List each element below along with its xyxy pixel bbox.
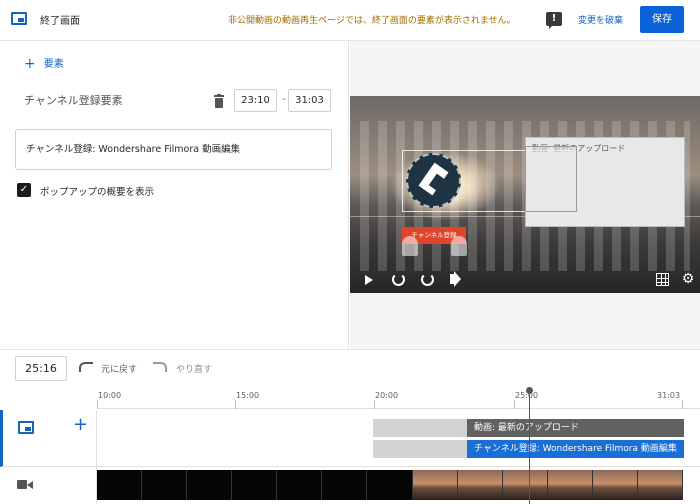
element-title: チャンネル登録要素 xyxy=(24,94,123,107)
rewind-icon[interactable] xyxy=(392,273,405,286)
film-frame xyxy=(232,470,278,500)
video-track-header xyxy=(0,467,97,504)
video-preview[interactable]: 動画: 最新のアップロード チャンネル登録 ⚙ xyxy=(350,96,700,293)
discard-changes-button[interactable]: 変更を破棄 xyxy=(578,13,623,26)
start-time-input[interactable]: 23:10 xyxy=(234,89,277,112)
tick-label: 15:00 xyxy=(236,391,260,400)
tick-label: 10:00 xyxy=(98,391,122,400)
film-frame xyxy=(592,470,638,500)
tick-mark xyxy=(374,400,375,409)
film-frame xyxy=(97,470,143,500)
elements-track: 動画: 最新のアップロード チャンネル登録: Wondershare Filmo… xyxy=(97,410,700,467)
end-screen-track-header: + xyxy=(0,410,97,467)
end-time-input[interactable]: 31:03 xyxy=(288,89,331,112)
tick-mark xyxy=(682,400,683,409)
player-controls: ⚙ xyxy=(350,267,700,293)
film-frame xyxy=(367,470,413,500)
video-filmstrip[interactable] xyxy=(97,470,684,500)
film-frame xyxy=(502,470,548,500)
feedback-icon[interactable]: ! xyxy=(546,12,562,29)
tick-label: 20:00 xyxy=(375,391,399,400)
latest-upload-bar[interactable]: 動画: 最新のアップロード xyxy=(467,419,684,437)
film-frame xyxy=(277,470,323,500)
timeline-toolbar: 25:16 元に戻す やり直す xyxy=(0,349,700,387)
film-frame xyxy=(637,470,684,500)
film-frame xyxy=(547,470,593,500)
channel-field[interactable]: チャンネル登録: Wondershare Filmora 動画編集 xyxy=(15,129,332,170)
show-popup-summary-checkbox[interactable]: ✓ xyxy=(17,183,31,197)
film-frame xyxy=(457,470,503,500)
page-title: 終了画面 xyxy=(40,16,80,27)
tick-mark xyxy=(514,400,515,409)
film-frame xyxy=(412,470,458,500)
end-screen-icon xyxy=(18,421,34,434)
undo-button[interactable]: 元に戻す xyxy=(101,362,137,375)
save-button[interactable]: 保存 xyxy=(640,6,684,33)
tick-mark xyxy=(97,400,98,409)
forward-icon[interactable] xyxy=(421,273,434,286)
thumbs-icon xyxy=(451,236,467,256)
private-video-warning: 非公開動画の動画再生ページでは、終了画面の要素が表示されません。 xyxy=(228,16,516,26)
undo-icon[interactable] xyxy=(79,362,93,372)
top-bar: 終了画面 非公開動画の動画再生ページでは、終了画面の要素が表示されません。 ! … xyxy=(0,0,700,41)
tick-mark xyxy=(235,400,236,409)
channel-subscribe-bar[interactable]: チャンネル登録: Wondershare Filmora 動画編集 xyxy=(467,440,684,458)
grid-icon[interactable] xyxy=(656,273,669,286)
redo-icon xyxy=(153,362,167,372)
redo-button: やり直す xyxy=(176,365,213,375)
time-ruler: 10:00 15:00 20:00 25:00 31:03 xyxy=(97,387,700,409)
film-frame xyxy=(142,470,188,500)
play-icon[interactable] xyxy=(365,275,373,285)
video-preview-panel: 動画: 最新のアップロード チャンネル登録 ⚙ xyxy=(350,41,700,349)
show-popup-summary-label: ポップアップの概要を表示 xyxy=(40,187,155,198)
timeline: 10:00 15:00 20:00 25:00 31:03 + 動画: 最新のア… xyxy=(0,387,700,504)
film-frame xyxy=(187,470,233,500)
gear-icon[interactable]: ⚙ xyxy=(681,272,695,286)
end-screen-icon xyxy=(11,12,27,25)
time-separator: - xyxy=(282,94,286,105)
add-icon[interactable]: + xyxy=(73,416,88,434)
playhead[interactable] xyxy=(526,387,533,504)
add-element-label: 要素 xyxy=(43,59,64,70)
channel-logo-icon[interactable] xyxy=(406,153,461,208)
tick-label: 31:03 xyxy=(657,391,681,400)
film-frame xyxy=(322,470,368,500)
plus-icon: + xyxy=(24,56,36,72)
volume-icon[interactable] xyxy=(450,271,461,287)
element-editor-panel: + 要素 チャンネル登録要素 23:10 - 31:03 チャンネル登録: Won… xyxy=(0,41,349,349)
overlap-box xyxy=(525,146,577,212)
thumbs-icon xyxy=(402,236,418,256)
current-time-input[interactable]: 25:16 xyxy=(15,356,67,381)
add-element-button[interactable]: + 要素 xyxy=(24,55,64,72)
video-camera-icon xyxy=(17,480,33,489)
trash-icon[interactable] xyxy=(213,94,225,108)
